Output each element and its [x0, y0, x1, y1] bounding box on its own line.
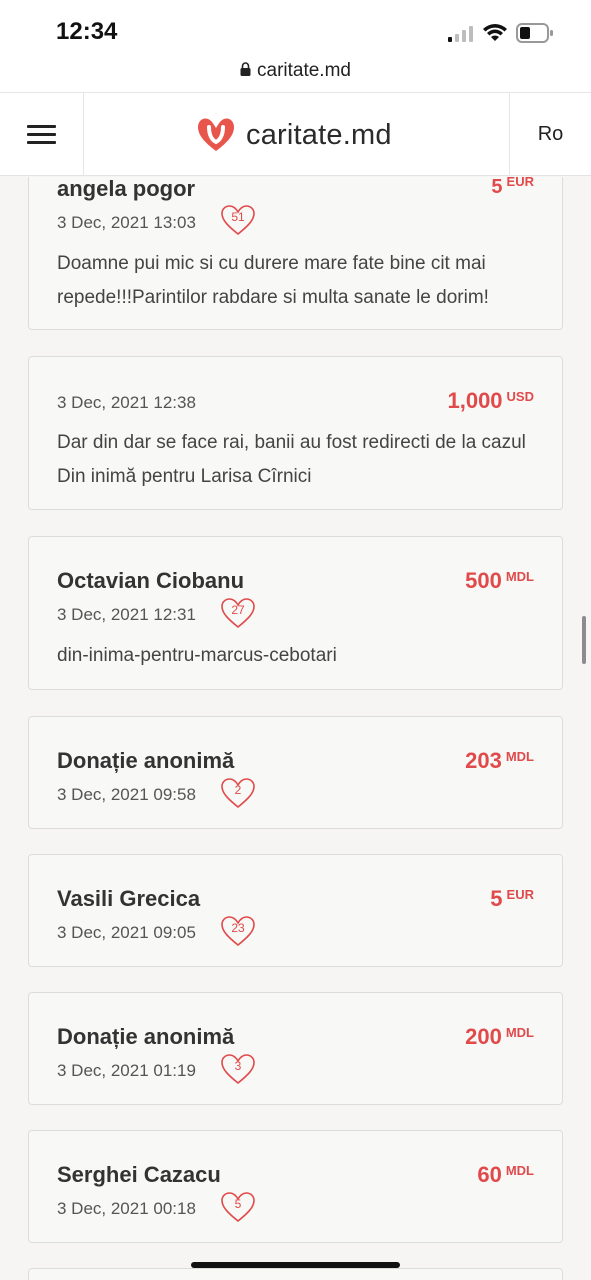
amount-currency: MDL [505, 1025, 534, 1040]
donation-date: 3 Dec, 2021 12:38 [57, 393, 196, 412]
logo-text: caritate.md [246, 118, 392, 151]
cellular-signal-icon [448, 26, 474, 47]
heart-count: 27 [231, 603, 245, 617]
hamburger-menu-button[interactable] [0, 93, 84, 176]
donor-name: angela pogor [57, 177, 196, 201]
amount-currency: USD [506, 389, 534, 404]
heart-count: 51 [231, 210, 245, 224]
amount-currency: EUR [506, 887, 534, 902]
donation-date: 3 Dec, 2021 09:58 [57, 785, 196, 804]
donation-card: Serghei Cazacu 60 MDL 3 Dec, 2021 00:18 5 [28, 1130, 563, 1243]
donation-card: Octavian Ciobanu 500 MDL 3 Dec, 2021 12:3… [28, 536, 563, 690]
donation-date: 3 Dec, 2021 09:05 [57, 923, 196, 942]
url-bar[interactable]: caritate.md [0, 60, 591, 92]
home-indicator[interactable] [191, 1262, 400, 1268]
donation-amount: 1,000 USD [447, 388, 534, 414]
site-header: caritate.md Ro [0, 92, 591, 176]
donation-amount: 203 MDL [465, 748, 534, 774]
url-text: caritate.md [257, 60, 351, 81]
hamburger-icon-line [27, 141, 56, 144]
status-bar: 12:34 [0, 0, 591, 60]
donation-card: angela pogor 5 EUR 3 Dec, 2021 13:03 51 D… [28, 177, 563, 330]
amount-value: 5 [491, 177, 503, 198]
donation-card [28, 1268, 563, 1280]
heart-count-badge[interactable]: 5 [220, 1191, 256, 1223]
donation-message: Doamne pui mic si cu durere mare fate bi… [57, 253, 489, 308]
donation-date: 3 Dec, 2021 13:03 [57, 213, 196, 232]
heart-count-badge[interactable]: 3 [220, 1053, 256, 1085]
donor-name: Donație anonimă [57, 1024, 235, 1049]
donation-amount: 60 MDL [477, 1162, 534, 1188]
scrollbar[interactable] [582, 616, 586, 664]
donation-amount: 5 EUR [491, 177, 534, 199]
amount-currency: MDL [505, 569, 534, 584]
heart-count-badge[interactable]: 51 [220, 204, 256, 236]
site-logo[interactable]: caritate.md [196, 113, 392, 157]
amount-value: 200 [465, 1024, 502, 1049]
donation-date: 3 Dec, 2021 12:31 [57, 605, 196, 624]
donation-message: Dar din dar se face rai, banii au fost r… [57, 432, 526, 487]
heart-count: 2 [234, 783, 242, 797]
heart-count: 5 [234, 1197, 242, 1211]
donation-amount: 500 MDL [465, 568, 534, 594]
donor-name: Octavian Ciobanu [57, 568, 245, 593]
donation-date: 3 Dec, 2021 01:19 [57, 1061, 196, 1080]
donor-name: Donație anonimă [57, 748, 235, 773]
amount-currency: MDL [505, 1163, 534, 1178]
amount-value: 1,000 [447, 388, 503, 413]
lock-icon [240, 60, 251, 82]
heart-logo-icon [198, 118, 234, 151]
heart-count-badge[interactable]: 2 [220, 777, 256, 809]
donation-card: Donație anonimă 200 MDL 3 Dec, 2021 01:19… [28, 992, 563, 1105]
donation-card: 3 Dec, 2021 12:38 1,000 USD Dar din dar s… [28, 356, 563, 510]
amount-value: 500 [465, 568, 502, 593]
donation-date: 3 Dec, 2021 00:18 [57, 1199, 196, 1218]
amount-currency: MDL [505, 749, 534, 764]
donations-list: angela pogor 5 EUR 3 Dec, 2021 13:03 51 D… [0, 177, 591, 1280]
battery-icon [516, 23, 554, 48]
status-time: 12:34 [56, 18, 118, 45]
amount-value: 203 [465, 748, 502, 773]
amount-currency: EUR [506, 177, 534, 189]
donation-card: Vasili Grecica 5 EUR 3 Dec, 2021 09:05 23 [28, 854, 563, 967]
donation-amount: 5 EUR [490, 886, 534, 912]
donor-name: Vasili Grecica [57, 886, 201, 911]
donation-card: Donație anonimă 203 MDL 3 Dec, 2021 09:58… [28, 716, 563, 829]
heart-count: 3 [234, 1059, 242, 1073]
heart-count-badge[interactable]: 23 [220, 915, 256, 947]
heart-count-badge[interactable]: 27 [220, 597, 256, 629]
language-switch-button[interactable]: Ro [509, 93, 591, 176]
amount-value: 5 [490, 886, 503, 911]
wifi-icon [482, 22, 508, 47]
amount-value: 60 [477, 1162, 502, 1187]
heart-count: 23 [231, 921, 245, 935]
donation-amount: 200 MDL [465, 1024, 534, 1050]
donation-message: din-inima-pentru-marcus-cebotari [57, 645, 337, 666]
donor-name: Serghei Cazacu [57, 1162, 221, 1187]
hamburger-icon-line [27, 133, 56, 136]
hamburger-icon [27, 125, 56, 128]
